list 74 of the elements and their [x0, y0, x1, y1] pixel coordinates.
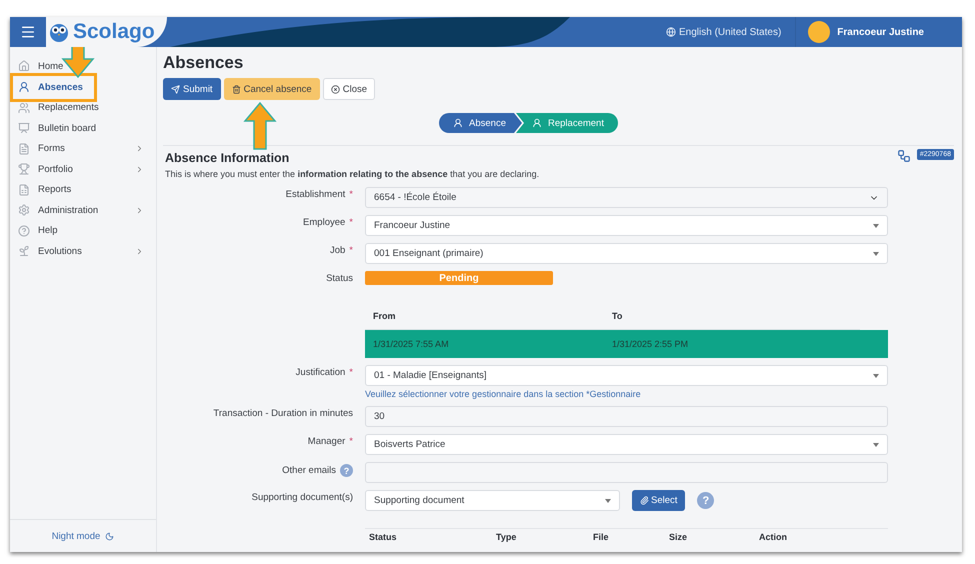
field-label: Supporting document(s): [250, 491, 353, 503]
input-field[interactable]: 30: [365, 406, 888, 427]
menu-item-icon: [18, 224, 30, 237]
menu-item-icon: [18, 60, 30, 72]
section-title: Absence Information: [165, 150, 290, 165]
menu-item-icon: [18, 142, 30, 155]
column-header: Size: [669, 532, 688, 542]
language-selector[interactable]: English (United States): [652, 17, 796, 47]
column-header: Status: [369, 532, 398, 542]
sidebar-item[interactable]: Help: [10, 220, 156, 241]
globe-icon: [666, 27, 676, 37]
avatar: [808, 21, 830, 43]
sidebar-item[interactable]: Administration: [10, 200, 156, 220]
person-icon: [532, 118, 542, 128]
sidebar-item[interactable]: Evolutions: [10, 241, 156, 262]
logo[interactable]: Scolago: [46, 17, 167, 47]
paperclip-icon: [640, 496, 649, 505]
menu-item-icon: [18, 245, 30, 258]
user-menu[interactable]: Francoeur Justine: [796, 21, 962, 43]
input-field[interactable]: [365, 462, 888, 483]
field-label: Manager *: [306, 435, 353, 447]
column-header: Type: [496, 532, 518, 542]
caret-icon: [605, 498, 611, 502]
step-tab[interactable]: Absence: [439, 113, 522, 133]
field-label: Transaction - Duration in minutes: [212, 407, 353, 419]
caret-icon: [873, 224, 879, 228]
owl-icon: [48, 21, 70, 43]
column-header: Action: [759, 532, 788, 542]
sidebar-item[interactable]: Reports: [10, 180, 156, 200]
action-button[interactable]: Close: [322, 78, 376, 100]
caret-icon: [873, 374, 879, 378]
select-field[interactable]: Supporting document: [365, 490, 620, 511]
field-label: Job *: [328, 244, 353, 256]
field-label: Status: [325, 272, 353, 284]
menu-icon: [20, 24, 36, 40]
column-header: From: [373, 311, 396, 321]
sidebar-item[interactable]: Bulletin board: [10, 118, 156, 138]
annotation-arrow: [243, 102, 277, 150]
hint-link[interactable]: Veuillez sélectionner votre gestionnaire dans la section *Gestionnaire: [365, 389, 888, 399]
field-label: Other emails ?: [163, 462, 353, 477]
status-badge: Pending: [365, 271, 553, 285]
person-icon: [453, 118, 464, 128]
close-icon: [330, 84, 340, 94]
workflow-icon[interactable]: [896, 149, 911, 163]
select-field[interactable]: Francoeur Justine: [365, 215, 888, 236]
section-intro: This is where you must enter the information relating to the absence that you are declaring.: [165, 169, 540, 179]
menu-item-icon: [18, 204, 30, 216]
select-button[interactable]: Select: [632, 490, 686, 511]
menu-item-icon: [18, 81, 30, 93]
menu-item-icon: [18, 122, 30, 134]
caret-icon: [873, 442, 879, 446]
caret-icon: [873, 252, 879, 256]
paper-plane-icon: [171, 84, 180, 94]
menu-item-icon: [18, 163, 30, 176]
column-header: File: [593, 532, 610, 542]
field-label: Justification *: [294, 366, 353, 378]
select-field[interactable]: 01 - Maladie [Enseignants]: [365, 365, 888, 386]
night-mode-toggle[interactable]: Night mode: [10, 519, 156, 552]
moon-icon: [105, 532, 114, 540]
trash-icon: [232, 84, 241, 94]
select-field[interactable]: 001 Enseignant (primaire): [365, 243, 888, 264]
menu-item-icon: [18, 184, 30, 196]
action-button[interactable]: Submit: [163, 78, 221, 100]
column-header: To: [612, 311, 624, 321]
page-title: Absences: [163, 53, 244, 74]
menu-item-icon: [18, 102, 30, 114]
action-button[interactable]: Cancel absence: [224, 78, 320, 100]
field-label: Employee *: [302, 216, 353, 228]
period-row[interactable]: 1/31/2025 7:55 AM 1/31/2025 2:55 PM: [365, 330, 888, 358]
select-field[interactable]: 6654 - !École Étoile: [365, 187, 888, 208]
sidebar-item[interactable]: Forms: [10, 138, 156, 159]
select-field[interactable]: Boisverts Patrice: [365, 434, 888, 455]
sidebar-item[interactable]: Portfolio: [10, 159, 156, 180]
field-label: Establishment *: [284, 188, 353, 200]
